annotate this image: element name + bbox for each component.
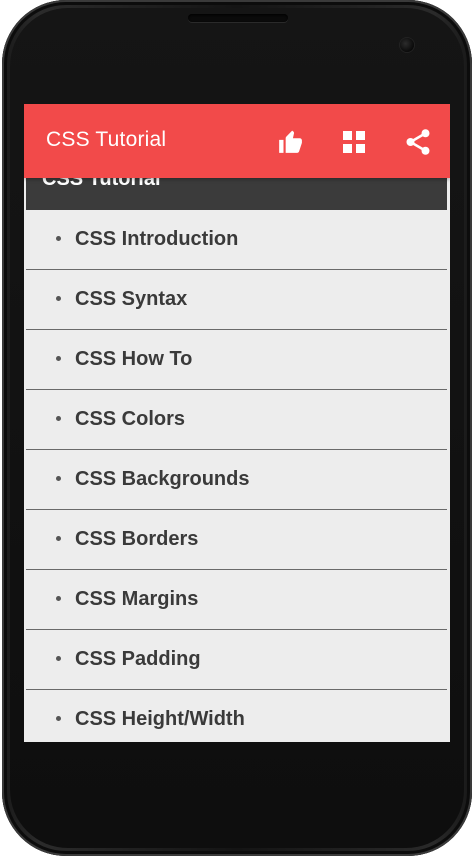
bullet-icon — [56, 596, 61, 601]
bullet-icon — [56, 476, 61, 481]
section-header: CSS Tutorial — [26, 178, 447, 210]
list-item[interactable]: CSS Borders — [26, 510, 447, 570]
list-item[interactable]: CSS Margins — [26, 570, 447, 630]
front-camera — [400, 38, 414, 52]
app-bar: CSS Tutorial — [24, 104, 450, 178]
list-item[interactable]: CSS Height/Width — [26, 690, 447, 742]
list-item[interactable]: CSS Introduction — [26, 210, 447, 270]
list-item[interactable]: CSS How To — [26, 330, 447, 390]
list-item-label: CSS How To — [75, 348, 193, 370]
earpiece-speaker — [188, 14, 288, 22]
app-screen: CSS Tutorial CSS Tutorial CSS Introducti… — [24, 104, 450, 742]
list-item-label: CSS Backgrounds — [75, 468, 250, 490]
share-icon — [406, 129, 430, 155]
device-frame: CSS Tutorial CSS Tutorial CSS Introducti… — [0, 0, 474, 860]
list-item-label: CSS Margins — [75, 588, 199, 610]
bullet-icon — [56, 296, 61, 301]
list-item-label: CSS Height/Width — [75, 708, 245, 730]
list-item[interactable]: CSS Syntax — [26, 270, 447, 330]
like-button[interactable] — [272, 124, 308, 160]
section-header-title: CSS Tutorial — [42, 178, 161, 190]
bullet-icon — [56, 356, 61, 361]
bullet-icon — [56, 536, 61, 541]
tutorial-list-container[interactable]: CSS Tutorial CSS Introduction CSS Syntax… — [24, 178, 450, 742]
list-item-label: CSS Syntax — [75, 288, 188, 310]
bullet-icon — [56, 716, 61, 721]
list-item-label: CSS Padding — [75, 648, 201, 670]
app-title: CSS Tutorial — [46, 128, 167, 151]
list-item-label: CSS Colors — [75, 408, 186, 430]
list-item-label: CSS Borders — [75, 528, 199, 550]
bullet-icon — [56, 656, 61, 661]
bullet-icon — [56, 416, 61, 421]
list-item[interactable]: CSS Padding — [26, 630, 447, 690]
list-item-label: CSS Introduction — [75, 228, 239, 250]
list-item[interactable]: CSS Backgrounds — [26, 450, 447, 510]
grid-button[interactable] — [336, 124, 372, 160]
share-button[interactable] — [400, 124, 436, 160]
grid-icon — [343, 131, 365, 153]
tutorial-list: CSS Introduction CSS Syntax CSS How To C… — [26, 210, 447, 742]
thumbs-up-icon — [279, 130, 302, 153]
bullet-icon — [56, 236, 61, 241]
list-item[interactable]: CSS Colors — [26, 390, 447, 450]
